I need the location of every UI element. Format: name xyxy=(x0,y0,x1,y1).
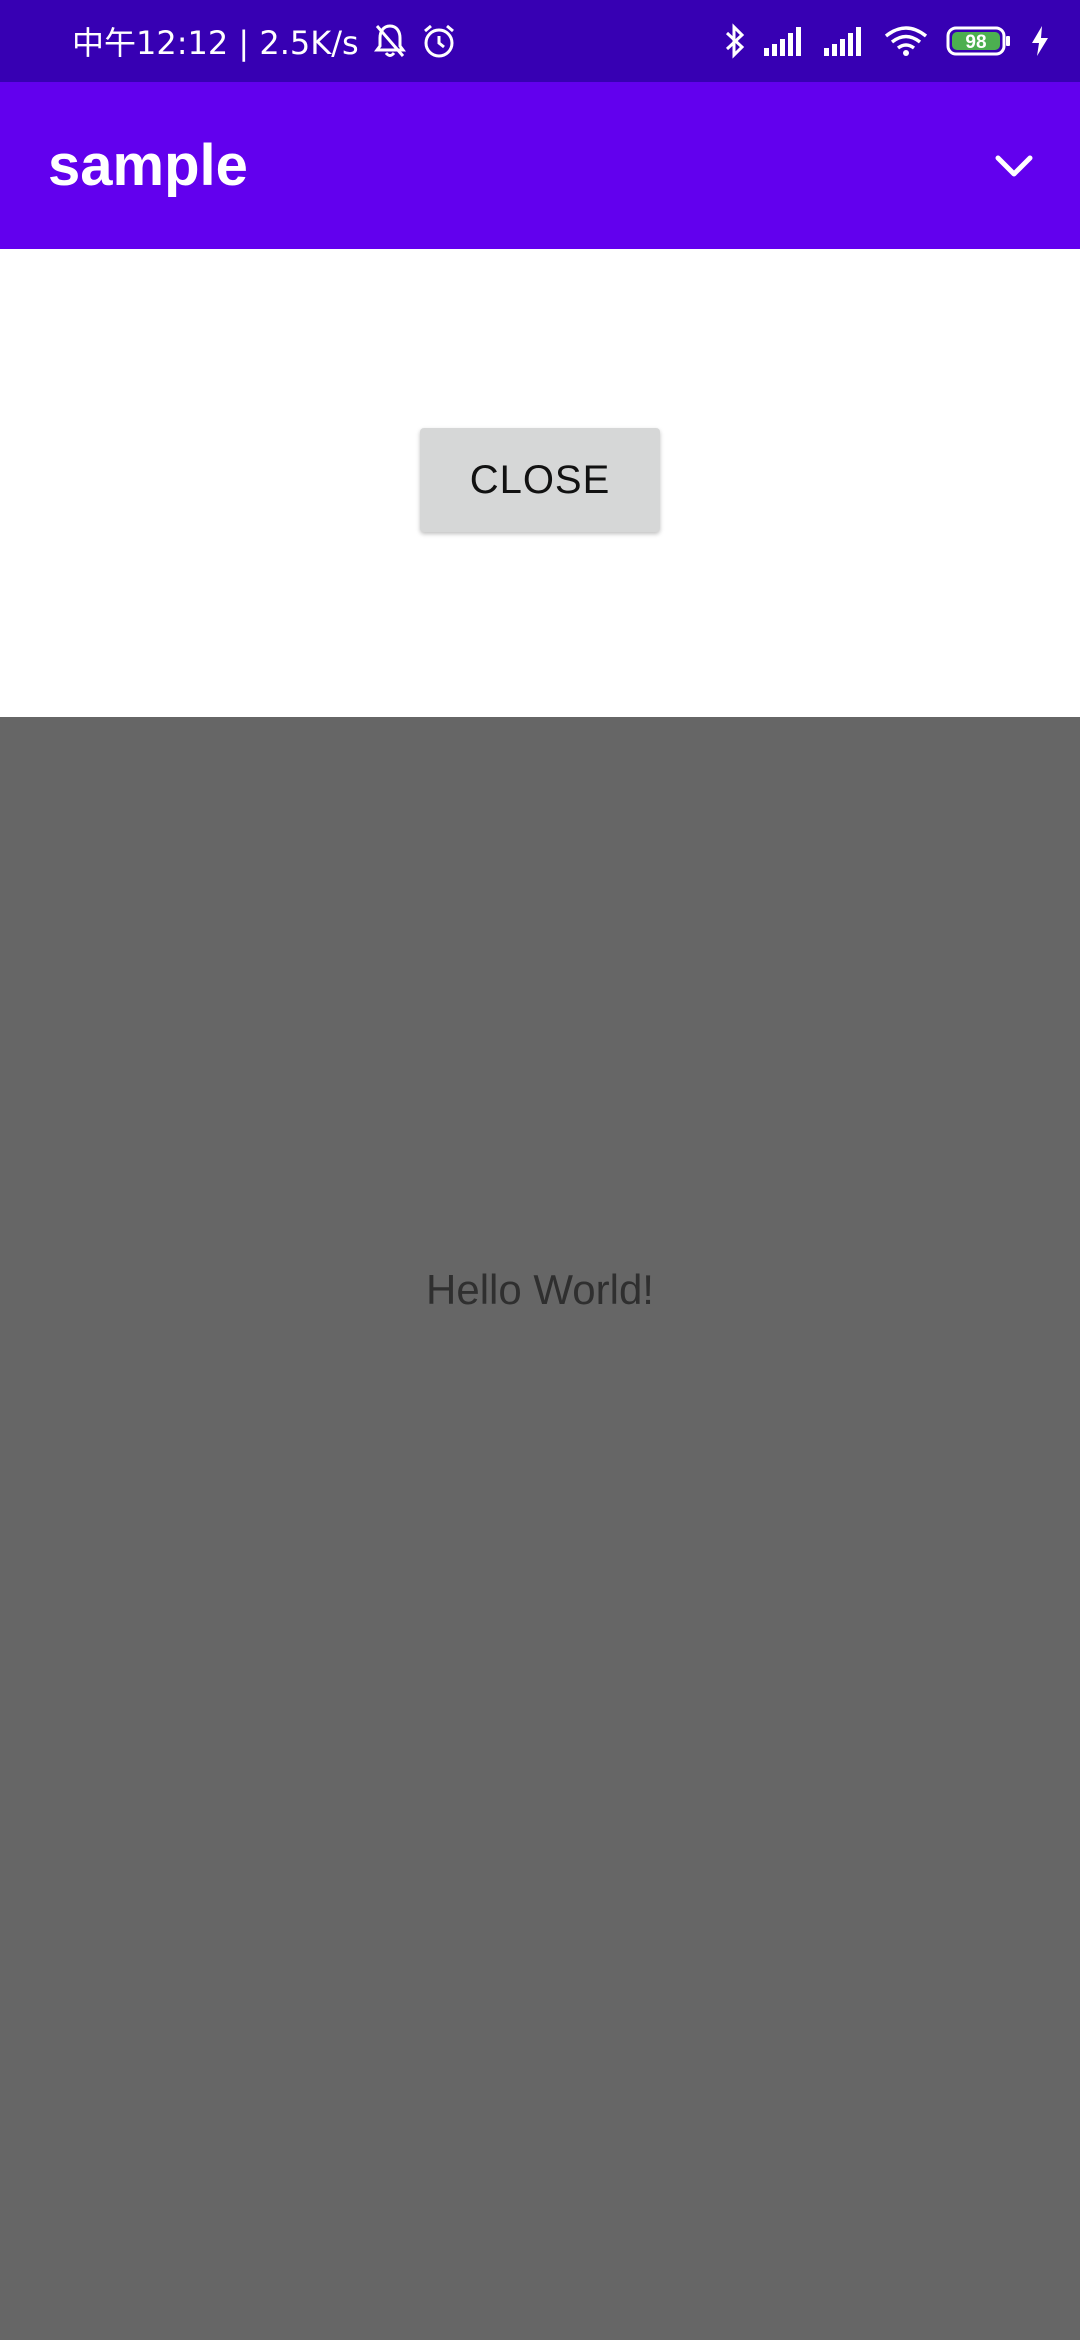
status-bar: 中午12:12 | 2.5K/s 98 xyxy=(0,0,1080,82)
chevron-down-icon xyxy=(994,153,1034,179)
bottom-sheet-panel: CLOSE xyxy=(0,249,1080,717)
battery-level: 98 xyxy=(965,32,986,53)
close-button[interactable]: CLOSE xyxy=(420,428,660,532)
hello-text: Hello World! xyxy=(426,1266,654,1313)
bluetooth-icon xyxy=(724,23,746,59)
wifi-icon xyxy=(884,24,928,58)
battery-icon: 98 xyxy=(946,25,1012,57)
signal-icon xyxy=(764,26,806,56)
signal-icon xyxy=(824,26,866,56)
status-time-speed: 中午12:12 | 2.5K/s xyxy=(72,24,359,62)
expand-button[interactable] xyxy=(978,130,1050,202)
charging-icon xyxy=(1030,25,1050,57)
app-bar: sample xyxy=(0,82,1080,249)
alarm-icon xyxy=(421,23,457,59)
status-right: 98 xyxy=(724,0,1050,82)
status-left: 中午12:12 | 2.5K/s xyxy=(72,0,457,82)
scrim-overlay[interactable] xyxy=(0,717,1080,2340)
bell-off-icon xyxy=(373,22,407,60)
app-title: sample xyxy=(48,133,248,198)
